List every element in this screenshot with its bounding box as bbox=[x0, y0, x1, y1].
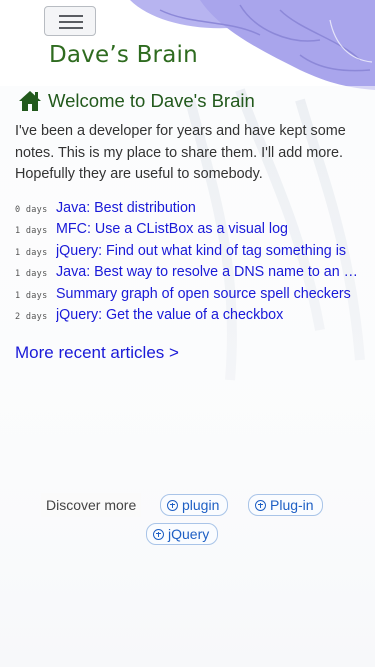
welcome-heading: Welcome to Dave's Brain bbox=[48, 90, 255, 111]
article-age: 1 days bbox=[15, 269, 48, 280]
article-link[interactable]: jQuery: Get the value of a checkbox bbox=[56, 307, 283, 323]
plus-circle-icon bbox=[167, 499, 178, 511]
plus-circle-icon bbox=[255, 499, 266, 511]
list-item: 1 days MFC: Use a CListBox as a visual lo… bbox=[15, 221, 360, 243]
more-recent-articles-link[interactable]: More recent articles > bbox=[15, 343, 179, 363]
welcome-heading-row: Welcome to Dave's Brain bbox=[18, 88, 360, 114]
article-link[interactable]: jQuery: Find out what kind of tag someth… bbox=[56, 243, 346, 259]
article-age: 1 days bbox=[15, 226, 48, 237]
hamburger-icon-bar-bottom bbox=[59, 27, 83, 29]
article-link[interactable]: Java: Best way to resolve a DNS name to … bbox=[56, 264, 360, 280]
list-item: 2 days jQuery: Get the value of a checkbo… bbox=[15, 307, 360, 329]
hamburger-icon-bar-middle bbox=[59, 21, 83, 23]
tag-label: jQuery bbox=[168, 526, 210, 542]
tag-button-plugin[interactable]: plugin bbox=[160, 494, 229, 516]
article-link[interactable]: Java: Best distribution bbox=[56, 200, 196, 216]
site-title[interactable]: Dave’s Brain bbox=[49, 42, 198, 68]
tag-label: plugin bbox=[182, 497, 220, 513]
site-header: Dave’s Brain bbox=[0, 0, 375, 86]
list-item: 0 days Java: Best distribution bbox=[15, 200, 360, 222]
article-age: 0 days bbox=[15, 204, 48, 215]
menu-toggle-button[interactable] bbox=[44, 6, 96, 36]
article-link[interactable]: MFC: Use a CListBox as a visual log bbox=[56, 221, 288, 237]
article-link[interactable]: Summary graph of open source spell check… bbox=[56, 286, 351, 302]
tag-button-jquery[interactable]: jQuery bbox=[146, 523, 219, 545]
list-item: 1 days Java: Best way to resolve a DNS na… bbox=[15, 264, 360, 286]
article-age: 1 days bbox=[15, 290, 48, 301]
main-content: Welcome to Dave's Brain I've been a deve… bbox=[0, 88, 375, 363]
list-item: 1 days Summary graph of open source spell… bbox=[15, 286, 360, 308]
article-age: 1 days bbox=[15, 247, 48, 258]
tag-button-plug-in[interactable]: Plug-in bbox=[248, 494, 323, 516]
tag-label: Plug-in bbox=[270, 497, 314, 513]
plus-circle-icon bbox=[153, 528, 164, 540]
article-age: 2 days bbox=[15, 312, 48, 323]
hamburger-icon-bar-top bbox=[59, 15, 83, 17]
home-icon bbox=[19, 91, 41, 111]
intro-paragraph: I've been a developer for years and have… bbox=[15, 123, 346, 182]
discover-more-label: Discover more bbox=[41, 493, 142, 517]
list-item: 1 days jQuery: Find out what kind of tag … bbox=[15, 243, 360, 265]
recent-articles-list: 0 days Java: Best distribution 1 days MFC:… bbox=[15, 200, 360, 330]
